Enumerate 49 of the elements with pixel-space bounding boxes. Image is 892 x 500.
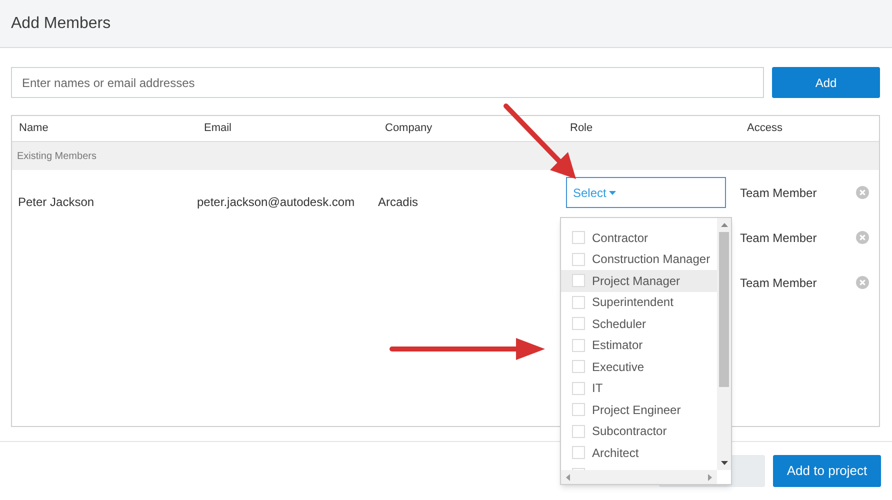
scroll-down-icon[interactable] <box>720 461 728 465</box>
checkbox[interactable] <box>572 403 585 416</box>
checkbox[interactable] <box>572 424 585 438</box>
checkbox[interactable] <box>572 296 585 309</box>
invite-field[interactable]: Enter names or email addresses <box>11 67 764 98</box>
table-cell: Team Member <box>740 230 817 244</box>
checkbox[interactable] <box>572 252 585 266</box>
group-label: Existing Members <box>17 150 96 164</box>
column-header: Email <box>204 122 232 134</box>
role-option[interactable]: Architect <box>561 442 717 464</box>
role-option[interactable]: Contractor <box>561 227 717 248</box>
checkbox[interactable] <box>572 274 585 288</box>
checkbox[interactable] <box>572 338 585 352</box>
column-header: Role <box>570 122 593 134</box>
column-header: Company <box>385 122 432 134</box>
role-option[interactable]: Superintendent <box>561 292 717 313</box>
add-button[interactable]: Add <box>772 67 880 98</box>
role-option[interactable]: Executive <box>561 356 717 378</box>
scroll-thumb[interactable] <box>719 232 729 387</box>
role-option[interactable]: Project Manager <box>561 270 717 292</box>
remove-icon[interactable] <box>856 231 869 244</box>
table-cell: Peter Jackson <box>18 194 94 208</box>
scroll-left-icon[interactable] <box>566 474 570 480</box>
column-header: Name <box>19 122 48 134</box>
vertical-scrollbar[interactable] <box>717 218 731 470</box>
table-cell: Team Member <box>740 276 817 290</box>
role-option[interactable]: Estimator <box>561 334 717 356</box>
role-option[interactable]: Scheduler <box>561 313 717 334</box>
role-option[interactable]: Subcontractor <box>561 420 717 442</box>
role-option[interactable]: IT <box>561 378 717 399</box>
horizontal-scrollbar[interactable] <box>561 470 717 484</box>
role-option[interactable]: Construction Manager <box>561 248 717 270</box>
remove-icon[interactable] <box>856 276 869 289</box>
table-cell: Arcadis <box>378 194 418 208</box>
caret-icon <box>609 190 616 194</box>
checkbox[interactable] <box>572 317 585 330</box>
scroll-right-icon[interactable] <box>708 474 712 480</box>
table-cell: peter.jackson@autodesk.com <box>197 194 355 208</box>
checkbox[interactable] <box>572 382 585 395</box>
column-header: Access <box>747 122 782 134</box>
checkbox[interactable] <box>572 360 585 374</box>
table-cell: Team Member <box>740 186 817 200</box>
add-to-project-button[interactable]: Add to project <box>773 455 881 487</box>
scroll-up-icon[interactable] <box>720 223 728 227</box>
remove-icon[interactable] <box>856 186 869 199</box>
role-option[interactable]: Project Engineer <box>561 399 717 420</box>
checkbox[interactable] <box>572 446 585 460</box>
checkbox[interactable] <box>572 231 585 244</box>
dialog-title: Add Members <box>11 14 111 34</box>
